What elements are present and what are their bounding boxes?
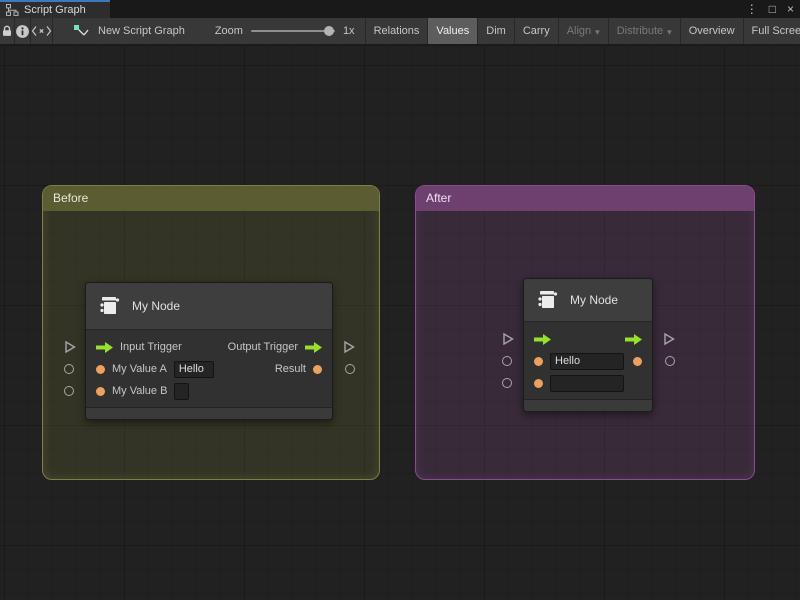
graph-info-segment: New Script Graph Zoom 1x bbox=[53, 18, 366, 44]
node-my-node-after[interactable]: My Node bbox=[523, 278, 653, 412]
port-row-trigger: Input Trigger Output Trigger bbox=[86, 336, 332, 358]
overview-button[interactable]: Overview bbox=[681, 18, 744, 44]
my-value-b-field[interactable] bbox=[174, 383, 189, 400]
port-row-value-b bbox=[524, 372, 652, 394]
script-graph-icon bbox=[6, 4, 19, 16]
zoom-control: Zoom 1x bbox=[215, 25, 355, 37]
node-my-node-before[interactable]: My Node Input Trigger Output Trigger bbox=[85, 282, 333, 420]
external-value-input-connector[interactable] bbox=[502, 356, 512, 366]
zoom-slider-handle[interactable] bbox=[324, 26, 334, 36]
node-ports: Input Trigger Output Trigger My Value A bbox=[86, 330, 332, 407]
port-label-my-value-b: My Value B bbox=[112, 385, 167, 397]
chevron-down-icon: ▾ bbox=[667, 27, 672, 38]
window-controls: ⋮ □ × bbox=[746, 0, 794, 18]
port-label-input-trigger: Input Trigger bbox=[120, 341, 182, 353]
lock-icon bbox=[0, 24, 14, 38]
value-input-port-icon[interactable] bbox=[534, 357, 543, 366]
external-value-output-connector[interactable] bbox=[345, 364, 355, 374]
external-value-input-connector[interactable] bbox=[502, 378, 512, 388]
zoom-slider[interactable] bbox=[251, 30, 335, 32]
node-footer bbox=[524, 399, 652, 411]
flow-output-port-icon[interactable] bbox=[625, 334, 642, 345]
external-flow-input-connector[interactable] bbox=[502, 333, 514, 346]
graph-toolbar: New Script Graph Zoom 1x Relations Value… bbox=[0, 18, 800, 45]
graph-title-label: New Script Graph bbox=[98, 25, 185, 37]
external-flow-input-connector[interactable] bbox=[64, 341, 76, 354]
port-row-value-a bbox=[524, 350, 652, 372]
node-title: My Node bbox=[132, 299, 180, 313]
align-button[interactable]: Align ▾ bbox=[559, 18, 609, 44]
value-output-port-icon[interactable] bbox=[313, 365, 322, 374]
distribute-button[interactable]: Distribute ▾ bbox=[609, 18, 681, 44]
flow-input-port-icon[interactable] bbox=[96, 342, 113, 353]
graph-canvas[interactable]: Before After My Node bbox=[0, 46, 800, 600]
info-button[interactable] bbox=[15, 18, 31, 44]
node-ports bbox=[524, 322, 652, 399]
tab-bar: Script Graph ⋮ □ × bbox=[0, 0, 800, 18]
code-view-button[interactable] bbox=[31, 18, 53, 44]
node-footer bbox=[86, 407, 332, 419]
value-output-port-icon[interactable] bbox=[633, 357, 642, 366]
node-icon bbox=[98, 294, 122, 318]
chevron-down-icon: ▾ bbox=[595, 27, 600, 38]
fullscreen-button[interactable]: Full Screen bbox=[744, 18, 800, 44]
lock-button[interactable] bbox=[0, 18, 15, 44]
group-after-header[interactable]: After bbox=[416, 186, 754, 211]
node-icon bbox=[536, 288, 560, 312]
info-icon bbox=[15, 24, 30, 39]
my-value-a-field[interactable] bbox=[174, 361, 214, 378]
maximize-icon[interactable]: □ bbox=[769, 0, 776, 18]
group-before-header[interactable]: Before bbox=[43, 186, 379, 211]
tab-title: Script Graph bbox=[24, 4, 86, 16]
port-label-result: Result bbox=[275, 363, 306, 375]
node-header[interactable]: My Node bbox=[524, 279, 652, 322]
external-flow-output-connector[interactable] bbox=[343, 341, 355, 354]
port-row-trigger bbox=[524, 328, 652, 350]
external-value-input-connector[interactable] bbox=[64, 364, 74, 374]
external-flow-output-connector[interactable] bbox=[663, 333, 675, 346]
dim-button[interactable]: Dim bbox=[478, 18, 515, 44]
values-button[interactable]: Values bbox=[428, 18, 478, 44]
external-value-output-connector[interactable] bbox=[665, 356, 675, 366]
group-before-title: Before bbox=[53, 191, 88, 205]
code-view-icon bbox=[31, 25, 52, 37]
flow-output-port-icon[interactable] bbox=[305, 342, 322, 353]
value-input-port-icon[interactable] bbox=[534, 379, 543, 388]
tab-script-graph[interactable]: Script Graph bbox=[0, 0, 110, 18]
flow-input-port-icon[interactable] bbox=[534, 334, 551, 345]
port-row-value-a: My Value A Result bbox=[86, 358, 332, 380]
value-input-port-icon[interactable] bbox=[96, 365, 105, 374]
graph-edge-icon bbox=[73, 24, 90, 38]
value-a-field[interactable] bbox=[550, 353, 624, 370]
node-header[interactable]: My Node bbox=[86, 283, 332, 330]
port-label-output-trigger: Output Trigger bbox=[228, 341, 298, 353]
relations-button[interactable]: Relations bbox=[366, 18, 429, 44]
node-title: My Node bbox=[570, 293, 618, 307]
value-input-port-icon[interactable] bbox=[96, 387, 105, 396]
group-after-title: After bbox=[426, 191, 451, 205]
zoom-value: 1x bbox=[343, 25, 355, 37]
carry-button[interactable]: Carry bbox=[515, 18, 559, 44]
close-icon[interactable]: × bbox=[787, 0, 794, 18]
zoom-label: Zoom bbox=[215, 25, 243, 37]
external-value-input-connector[interactable] bbox=[64, 386, 74, 396]
more-icon[interactable]: ⋮ bbox=[746, 0, 758, 18]
value-b-field[interactable] bbox=[550, 375, 624, 392]
port-row-value-b: My Value B bbox=[86, 380, 332, 402]
port-label-my-value-a: My Value A bbox=[112, 363, 167, 375]
